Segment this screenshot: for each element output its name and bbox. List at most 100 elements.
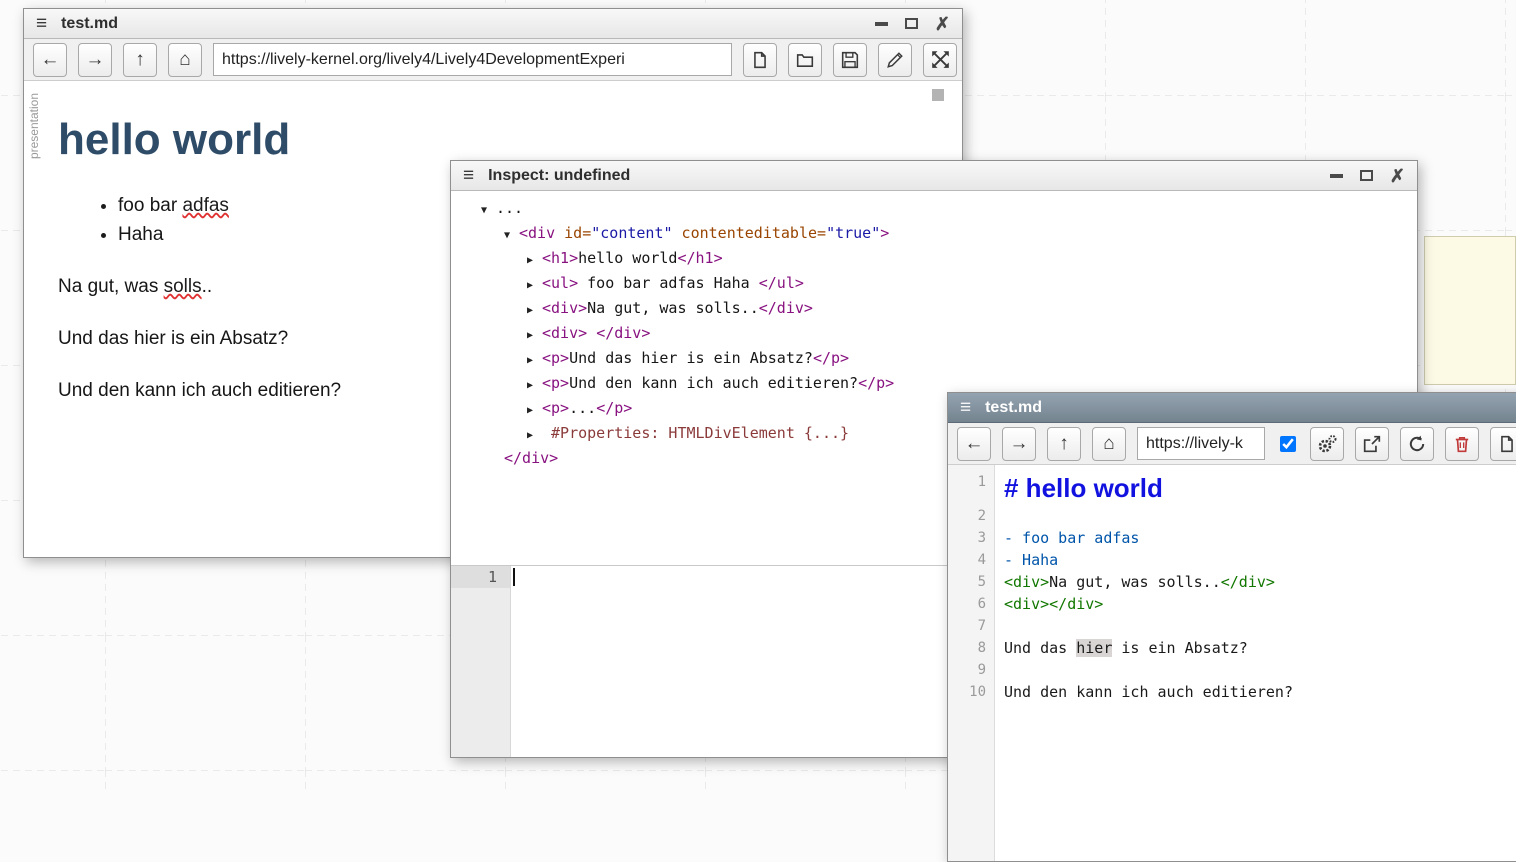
expand-arrow-icon[interactable]: ▶ xyxy=(527,350,542,372)
text-token: </div> xyxy=(504,449,558,467)
inspector-tree-node[interactable]: ▶<ul> foo bar adfas Haha </ul> xyxy=(481,272,1417,297)
code-editor[interactable]: 1# hello world23- foo bar adfas4- Haha5<… xyxy=(948,465,1516,861)
toolbar: ← → ↑ ⌂ xyxy=(948,423,1516,465)
close-icon[interactable]: ✗ xyxy=(1390,167,1405,185)
text-token: Na gut, was xyxy=(58,276,164,297)
line-number: 5 xyxy=(948,571,995,593)
code-line[interactable]: 2 xyxy=(948,505,1516,527)
home-button[interactable]: ⌂ xyxy=(168,43,202,77)
inspector-tree-node[interactable]: ▶<p>Und das hier is ein Absatz?</p> xyxy=(481,347,1417,372)
minimize-icon[interactable] xyxy=(1330,174,1343,178)
window-menu-icon[interactable]: ≡ xyxy=(36,14,47,33)
titlebar[interactable]: ≡ test.md xyxy=(948,393,1516,423)
new-file-button[interactable] xyxy=(1490,427,1516,461)
text-token: - foo bar adfas xyxy=(1004,529,1139,547)
line-number-gutter: 1 xyxy=(451,566,511,757)
text-token: Haha xyxy=(118,224,163,245)
text-token: </h1> xyxy=(677,249,722,267)
text-token: #Properties: HTMLDivElement {...} xyxy=(542,424,849,442)
settings-button[interactable] xyxy=(1310,427,1344,461)
open-external-button[interactable] xyxy=(1355,427,1389,461)
refresh-button[interactable] xyxy=(1400,427,1434,461)
text-token: # hello world xyxy=(1004,473,1163,503)
text-token: Na gut, was solls.. xyxy=(1049,573,1221,591)
save-floppy-icon xyxy=(841,51,859,69)
back-button[interactable]: ← xyxy=(33,43,67,77)
text-token: "true" xyxy=(826,224,880,242)
window-menu-icon[interactable]: ≡ xyxy=(960,398,971,417)
inspector-tree-node[interactable]: ▶<div> </div> xyxy=(481,322,1417,347)
code-line[interactable]: 10Und den kann ich auch editieren? xyxy=(948,681,1516,703)
forward-button[interactable]: → xyxy=(78,43,112,77)
expand-arrow-icon[interactable]: ▶ xyxy=(527,325,542,347)
code-line[interactable]: 3- foo bar adfas xyxy=(948,527,1516,549)
expand-arrow-icon[interactable]: ▶ xyxy=(527,275,542,297)
collapse-arrow-icon[interactable]: ▼ xyxy=(481,200,496,222)
collapse-arrow-icon[interactable]: ▼ xyxy=(504,225,519,247)
url-input[interactable] xyxy=(213,43,732,76)
code-line[interactable]: 4- Haha xyxy=(948,549,1516,571)
inspector-tree-node[interactable]: ▶<h1>hello world</h1> xyxy=(481,247,1417,272)
code-line[interactable]: 8Und das hier is ein Absatz? xyxy=(948,637,1516,659)
code-line[interactable]: 7 xyxy=(948,615,1516,637)
text-token: solls xyxy=(164,276,202,297)
home-button[interactable]: ⌂ xyxy=(1092,427,1126,461)
back-button[interactable]: ← xyxy=(957,427,991,461)
window-markdown-editor: ≡ test.md ← → ↑ ⌂ 1 # hello world23- foo … xyxy=(947,392,1516,862)
titlebar[interactable]: ≡ test.md ✗ xyxy=(24,9,962,39)
code-text: - Haha xyxy=(995,549,1058,571)
code-line[interactable]: 9 xyxy=(948,659,1516,681)
text-token: </div> xyxy=(1049,595,1103,613)
text-token: adfas xyxy=(182,195,228,216)
code-line[interactable]: 5<div>Na gut, was solls..</div> xyxy=(948,571,1516,593)
save-button[interactable] xyxy=(833,43,867,77)
text-token: <ul> xyxy=(542,274,578,292)
window-menu-icon[interactable]: ≡ xyxy=(463,166,474,185)
inspector-tree-node[interactable]: ▼... xyxy=(481,197,1417,222)
forward-arrow-icon: → xyxy=(1010,434,1029,453)
code-line[interactable]: 6 <div></div> xyxy=(948,593,1516,615)
toolbar: ← → ↑ ⌂ xyxy=(24,39,962,81)
edit-button[interactable] xyxy=(878,43,912,77)
maximize-icon[interactable] xyxy=(1360,170,1373,181)
inspector-tree-node[interactable]: ▶<div>Na gut, was solls..</div> xyxy=(481,297,1417,322)
code-line[interactable]: 1 # hello world xyxy=(948,471,1516,505)
expand-arrows-icon xyxy=(931,50,950,69)
close-icon[interactable]: ✗ xyxy=(935,15,950,33)
url-input[interactable] xyxy=(1137,427,1265,460)
new-file-button[interactable] xyxy=(743,43,777,77)
text-token xyxy=(587,324,596,342)
minimize-icon[interactable] xyxy=(875,22,888,26)
auto-update-checkbox[interactable] xyxy=(1280,436,1296,452)
line-number: 10 xyxy=(948,681,995,703)
expand-arrow-icon[interactable]: ▶ xyxy=(527,375,542,397)
text-token: contenteditable= xyxy=(673,224,827,242)
text-token: foo bar xyxy=(118,195,182,216)
window-title: test.md xyxy=(61,15,118,33)
delete-button[interactable] xyxy=(1445,427,1479,461)
scrollbar-thumb[interactable] xyxy=(932,89,944,101)
text-token: <div> xyxy=(1004,595,1049,613)
expand-arrow-icon[interactable]: ▶ xyxy=(527,400,542,422)
maximize-icon[interactable] xyxy=(905,18,918,29)
code-text: - foo bar adfas xyxy=(995,527,1139,549)
up-button[interactable]: ↑ xyxy=(1047,427,1081,461)
expand-arrow-icon[interactable]: ▶ xyxy=(527,425,542,447)
inspector-tree-node[interactable]: ▼<div id="content" contenteditable="true… xyxy=(481,222,1417,247)
line-number: 1 xyxy=(948,471,995,493)
expand-arrow-icon[interactable]: ▶ xyxy=(527,250,542,272)
line-number: 6 xyxy=(948,593,995,615)
code-text: # hello world xyxy=(995,471,1163,505)
expand-arrow-icon[interactable]: ▶ xyxy=(527,300,542,322)
text-token: </div> xyxy=(1221,573,1275,591)
browse-folder-button[interactable] xyxy=(788,43,822,77)
back-arrow-icon: ← xyxy=(965,434,984,453)
forward-button[interactable]: → xyxy=(1002,427,1036,461)
text-token: ... xyxy=(569,399,596,417)
text-token: </ul> xyxy=(759,274,804,292)
titlebar[interactable]: ≡ Inspect: undefined ✗ xyxy=(451,161,1417,191)
up-button[interactable]: ↑ xyxy=(123,43,157,77)
folder-icon xyxy=(796,51,814,69)
window-controls: ✗ xyxy=(875,15,950,33)
fullscreen-button[interactable] xyxy=(923,43,957,77)
